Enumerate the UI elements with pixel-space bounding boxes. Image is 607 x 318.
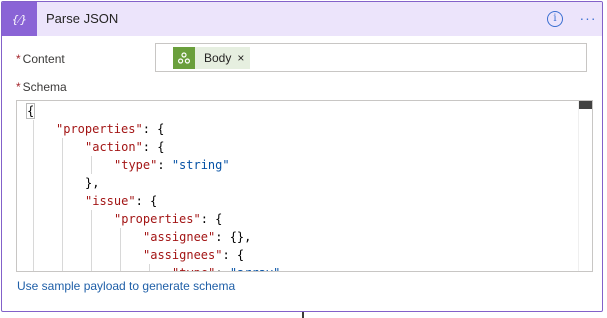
required-marker: *: [16, 80, 21, 94]
token-remove-icon[interactable]: ×: [237, 51, 250, 65]
http-trigger-icon: [173, 47, 195, 69]
code-line: {: [25, 102, 36, 120]
code-line: "type": "string": [114, 156, 230, 174]
more-options-icon[interactable]: ···: [579, 8, 597, 28]
scrollbar-thumb[interactable]: [579, 101, 592, 109]
json-key: "properties": [56, 122, 143, 136]
generate-schema-link[interactable]: Use sample payload to generate schema: [17, 279, 235, 293]
json-key: "assignee": [143, 230, 216, 244]
json-string: "array": [230, 266, 281, 271]
code-line: "action": {: [85, 138, 164, 156]
json-punctuation: : {: [135, 194, 158, 208]
indent-guide: [91, 156, 92, 174]
indent-guide: [33, 120, 34, 271]
code-line: },: [85, 174, 99, 192]
code-line: "properties": {: [56, 120, 164, 138]
code-line: "type": "array": [172, 264, 281, 271]
schema-scrollbar[interactable]: [578, 101, 592, 271]
json-punctuation: : {},: [215, 230, 252, 244]
content-input[interactable]: Body ×: [155, 43, 587, 72]
json-key: "action": [85, 140, 143, 154]
json-punctuation: : {: [200, 212, 223, 226]
json-punctuation: :: [157, 158, 172, 172]
json-key: "type": [172, 266, 215, 271]
json-punctuation: },: [85, 176, 100, 190]
card-header[interactable]: {⁄} Parse JSON i ···: [2, 2, 602, 36]
schema-label: * Schema: [16, 80, 67, 94]
required-marker: *: [16, 52, 21, 66]
body-token[interactable]: Body ×: [173, 47, 251, 69]
token-label: Body: [204, 51, 232, 65]
indent-guide: [149, 264, 150, 271]
json-string: "string": [171, 158, 230, 172]
json-punctuation: :: [215, 266, 229, 271]
json-key: "properties": [114, 212, 201, 226]
json-key: "assignees": [143, 248, 223, 262]
json-punctuation: : {: [142, 122, 165, 136]
info-icon[interactable]: i: [547, 11, 563, 27]
schema-code[interactable]: {"properties": {"action": {"type": "stri…: [17, 101, 578, 271]
json-punctuation: : {: [222, 248, 245, 262]
json-punctuation: {: [25, 103, 36, 119]
code-line: "assignee": {},: [143, 228, 251, 246]
parse-json-icon: {⁄}: [2, 2, 37, 36]
schema-editor[interactable]: {"properties": {"action": {"type": "stri…: [16, 100, 593, 272]
code-line: "issue": {: [85, 192, 157, 210]
json-punctuation: : {: [142, 140, 165, 154]
indent-guide: [62, 138, 63, 271]
schema-label-text: Schema: [22, 80, 67, 94]
json-key: "issue": [85, 194, 136, 208]
content-label: * Content: [16, 52, 65, 66]
indent-guide: [91, 210, 92, 271]
json-key: "type": [114, 158, 158, 172]
parse-json-card: {⁄} Parse JSON i ··· * Content Body × * Sc…: [1, 1, 603, 312]
indent-guide: [120, 228, 121, 271]
code-line: "properties": {: [114, 210, 222, 228]
content-label-text: Content: [22, 52, 65, 66]
code-line: "assignees": {: [143, 246, 244, 264]
card-title[interactable]: Parse JSON: [46, 2, 118, 36]
flow-connector: [302, 312, 304, 318]
